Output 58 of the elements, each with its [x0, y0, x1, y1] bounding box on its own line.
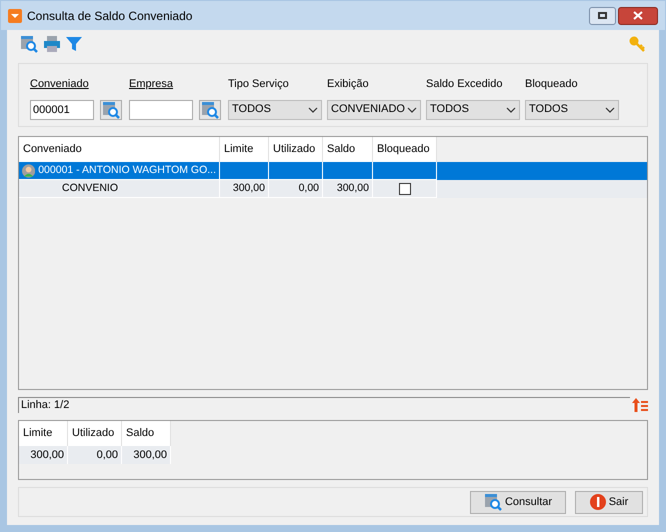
- filter-label: Bloqueado: [525, 77, 579, 92]
- filter-label: Conveniado: [30, 77, 90, 92]
- table-cell-text: 000001 - ANTONIO WAGHTOM GO...: [38, 162, 216, 178]
- filter-label: Tipo Serviço: [228, 77, 290, 92]
- table-cell: 0,00: [68, 446, 122, 464]
- search-tool-button[interactable]: [20, 35, 38, 53]
- column-header[interactable]: Bloqueado: [373, 137, 437, 162]
- table-row[interactable]: CONVENIO 300,00 0,00 300,00: [19, 180, 647, 198]
- column-header[interactable]: Conveniado: [19, 137, 220, 162]
- column-header: Limite: [19, 421, 68, 446]
- lookup-button[interactable]: [199, 100, 221, 120]
- app-icon: [8, 8, 22, 22]
- printer-icon: [43, 35, 61, 53]
- table-cell-text: CONVENIO: [61, 180, 118, 196]
- column-header: Saldo: [122, 421, 171, 446]
- restore-button[interactable]: [589, 6, 616, 24]
- search-icon: [484, 493, 502, 511]
- filter-label: Saldo Excedido: [426, 77, 504, 92]
- select-field[interactable]: TODOS: [525, 100, 619, 120]
- table-cell-text: 300,00: [336, 180, 369, 196]
- filter-button[interactable]: [66, 36, 82, 52]
- column-header[interactable]: Saldo: [323, 137, 373, 162]
- search-icon: [20, 35, 38, 53]
- caret-icon: [506, 106, 516, 112]
- close-button[interactable]: [618, 6, 658, 24]
- window-title: Consulta de Saldo Conveniado: [27, 8, 192, 24]
- code-field[interactable]: [129, 100, 193, 120]
- column-header: Utilizado: [68, 421, 122, 446]
- caret-icon: [407, 106, 417, 112]
- key-icon: [629, 36, 645, 52]
- lookup-icon: [201, 100, 219, 118]
- checkbox[interactable]: [398, 182, 410, 194]
- column-header[interactable]: Limite: [220, 137, 269, 162]
- select-field[interactable]: CONVENIADO: [327, 100, 421, 120]
- sort-icon[interactable]: [632, 397, 648, 413]
- select-field[interactable]: TODOS: [228, 100, 322, 120]
- power-icon: [590, 494, 606, 510]
- print-button[interactable]: [43, 35, 61, 53]
- caret-icon: [605, 106, 615, 112]
- status-bar: Linha: 1/2: [18, 397, 630, 413]
- table-cell: 300,00: [122, 446, 171, 464]
- caret-icon: [308, 106, 318, 112]
- table-cell: 300,00: [19, 446, 68, 464]
- filter-label: Exibição: [327, 77, 370, 92]
- table-row[interactable]: 000001 - ANTONIO WAGHTOM GO...: [19, 162, 647, 180]
- table-cell-text: 300,00: [232, 180, 265, 196]
- select-field[interactable]: TODOS: [426, 100, 520, 120]
- table-cell-text: 0,00: [298, 180, 319, 196]
- column-header[interactable]: Utilizado: [269, 137, 323, 162]
- lookup-icon: [102, 100, 120, 118]
- search-button[interactable]: Consultar: [470, 490, 566, 514]
- person-icon: [22, 164, 36, 178]
- code-field[interactable]: 000001: [30, 100, 94, 120]
- filter-label: Empresa: [129, 77, 174, 92]
- close-icon: [633, 11, 643, 20]
- exit-button[interactable]: Sair: [575, 490, 643, 514]
- filter-icon: [66, 36, 82, 52]
- lookup-button[interactable]: [100, 100, 122, 120]
